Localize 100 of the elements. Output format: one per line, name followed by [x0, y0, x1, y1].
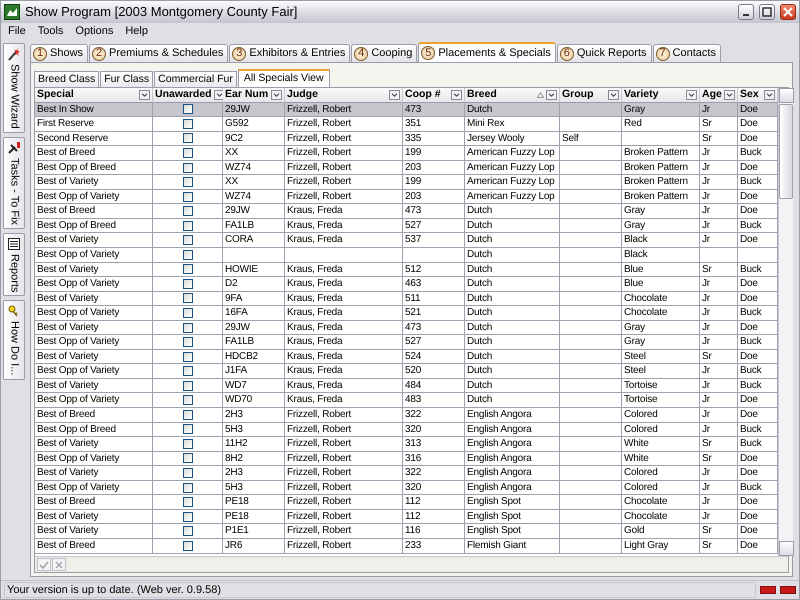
dropdown-icon[interactable]	[546, 90, 557, 100]
table-cell: Best of Breed	[35, 146, 153, 161]
dropdown-icon[interactable]	[608, 90, 619, 100]
sidebar-button[interactable]: Show Wizard	[3, 43, 25, 133]
dropdown-icon[interactable]	[139, 90, 150, 100]
checkbox[interactable]	[182, 322, 192, 333]
table-cell	[560, 538, 622, 554]
table-cell: 527	[403, 335, 465, 350]
tab[interactable]: 7 Contacts	[652, 44, 721, 62]
dropdown-icon[interactable]	[724, 90, 735, 100]
subtab[interactable]: Commercial Fur	[154, 71, 237, 87]
tab[interactable]: 6 Quick Reports	[556, 44, 652, 62]
tab[interactable]: 3 Exhibitors & Entries	[229, 44, 350, 62]
table-cell: Dutch	[465, 248, 560, 263]
table-cell: Best of Breed	[35, 408, 153, 423]
checkbox[interactable]	[182, 410, 192, 420]
checkbox[interactable]	[182, 133, 192, 144]
table-cell: Best of Variety	[35, 175, 153, 190]
table-cell: Frizzell, Robert	[285, 190, 403, 204]
table-cell: Jr	[700, 320, 738, 336]
checkbox[interactable]	[182, 540, 192, 551]
dropdown-icon[interactable]	[214, 90, 225, 100]
table-cell: English Angora	[465, 422, 560, 438]
menu-item[interactable]: Help	[120, 23, 153, 40]
sidebar-button[interactable]: How Do I...	[3, 300, 25, 380]
tab[interactable]: 2 Premiums & Schedules	[89, 44, 228, 62]
table-cell	[560, 233, 622, 248]
checkbox[interactable]	[182, 278, 192, 289]
checkbox[interactable]	[182, 148, 192, 158]
checkbox[interactable]	[182, 352, 192, 362]
checkbox[interactable]	[182, 380, 192, 391]
checkbox[interactable]	[182, 424, 192, 434]
table-cell: Frizzell, Robert	[285, 102, 403, 118]
table-cell: Dutch	[465, 262, 560, 278]
checkbox[interactable]	[182, 264, 192, 274]
vertical-scrollbar[interactable]	[778, 88, 793, 556]
table-cell: 320	[403, 480, 465, 496]
checkbox[interactable]	[182, 177, 192, 188]
table-cell: American Fuzzy Lop	[465, 175, 560, 190]
checkbox[interactable]	[182, 526, 192, 536]
table-cell: 524	[403, 350, 465, 364]
sidebar-button[interactable]: Tasks - To Fix	[3, 136, 25, 229]
table-cell: 473	[403, 320, 465, 336]
menu-item[interactable]: File	[3, 23, 31, 40]
horizontal-scrollbar[interactable]	[67, 558, 788, 570]
checkbox[interactable]	[182, 395, 192, 406]
table-cell: 335	[403, 132, 465, 146]
table-cell: Blue	[622, 262, 700, 278]
checkbox[interactable]	[182, 453, 192, 464]
sidebar-button[interactable]: Reports	[3, 232, 25, 296]
dropdown-icon[interactable]	[389, 90, 400, 100]
checkbox[interactable]	[182, 104, 192, 114]
dropdown-icon[interactable]	[764, 90, 775, 100]
checkbox[interactable]	[182, 337, 192, 348]
table-cell: Sr	[700, 452, 738, 466]
checkbox[interactable]	[182, 482, 192, 493]
menu-item[interactable]: Tools	[32, 23, 68, 40]
dropdown-icon[interactable]	[451, 90, 462, 100]
tab[interactable]: 4 Cooping	[351, 44, 418, 62]
minimize-button[interactable]	[738, 4, 754, 20]
checkbox[interactable]	[182, 250, 192, 260]
checkbox[interactable]	[182, 293, 192, 304]
checkbox[interactable]	[182, 220, 192, 231]
tab[interactable]: 1 Shows	[30, 44, 88, 62]
table-cell: Steel	[622, 364, 700, 379]
dropdown-icon[interactable]	[271, 90, 282, 100]
checkbox[interactable]	[182, 468, 192, 478]
subtab[interactable]: All Specials View	[238, 69, 330, 87]
maximize-button[interactable]	[759, 4, 775, 20]
subtab[interactable]: Fur Class	[100, 71, 154, 87]
table-cell: Kraus, Freda	[285, 204, 403, 219]
menu-item[interactable]: Options	[70, 23, 118, 40]
checkbox[interactable]	[182, 512, 192, 522]
table-cell: Best Opp of Variety	[35, 190, 153, 204]
table-cell: Frizzell, Robert	[285, 495, 403, 510]
checkbox[interactable]	[182, 206, 192, 216]
checkbox[interactable]	[182, 366, 192, 376]
checkbox[interactable]	[182, 118, 192, 129]
table-cell: Second Reserve	[35, 132, 153, 146]
dropdown-icon[interactable]	[686, 90, 697, 100]
checkbox[interactable]	[182, 308, 192, 318]
checkbox[interactable]	[182, 438, 192, 449]
table-cell: English Spot	[465, 495, 560, 510]
checkbox[interactable]	[182, 192, 192, 202]
tab[interactable]: 5 Placements & Specials	[418, 42, 556, 62]
table-cell: Dutch	[465, 335, 560, 350]
table-cell: Frizzell, Robert	[285, 538, 403, 554]
list-icon	[7, 236, 21, 251]
subtab[interactable]: Breed Class	[34, 71, 100, 87]
table-cell: D2	[223, 277, 285, 292]
table-cell: Sr	[700, 437, 738, 452]
status-text: Your version is up to date. (Web ver. 0.9.58)	[4, 582, 756, 598]
checkbox[interactable]	[182, 497, 192, 508]
checkbox[interactable]	[182, 162, 192, 172]
table-cell: Frizzell, Robert	[285, 146, 403, 161]
table-cell: Jr	[700, 364, 738, 379]
checkbox[interactable]	[182, 235, 192, 246]
table-cell: 112	[403, 495, 465, 510]
close-button[interactable]	[780, 4, 796, 20]
table-cell: Jr	[700, 190, 738, 204]
